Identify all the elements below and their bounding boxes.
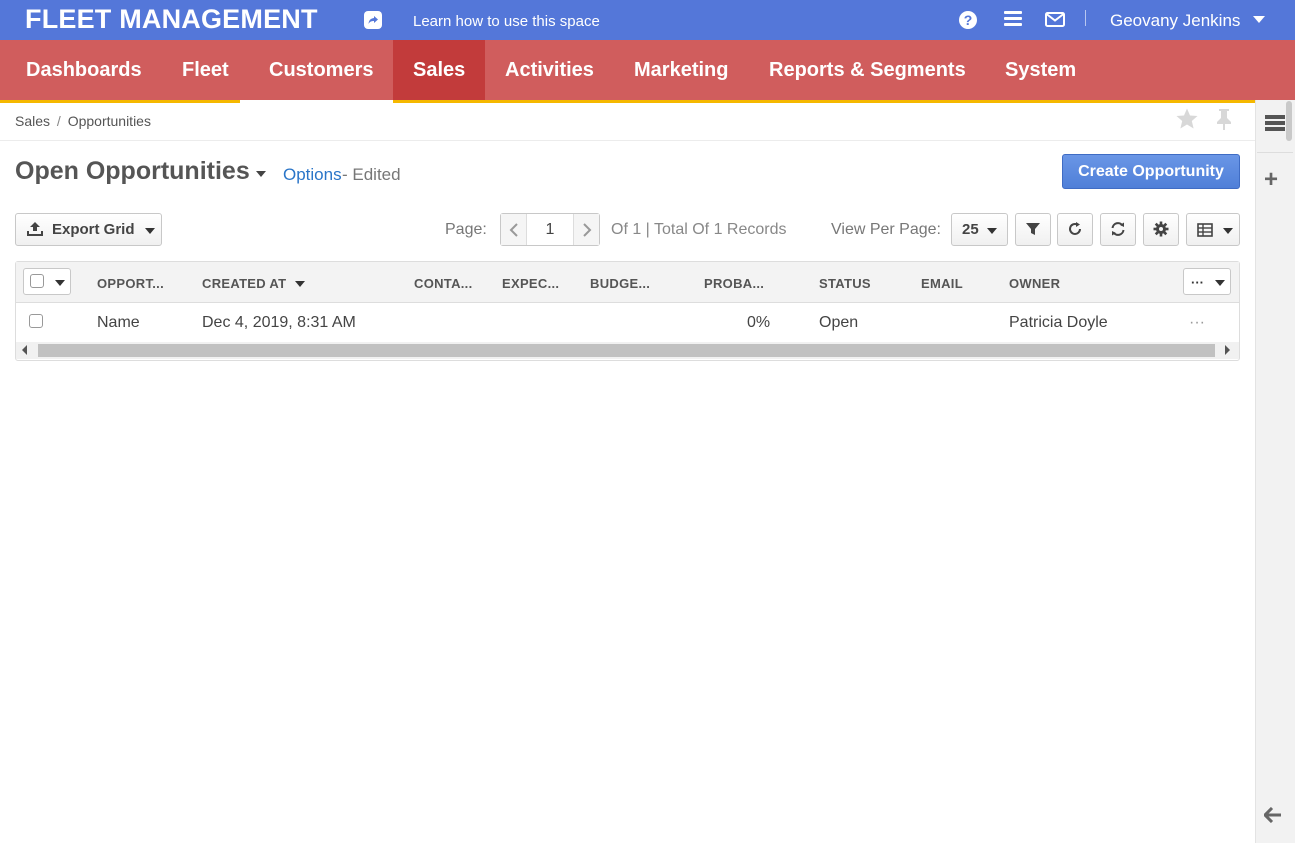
ellipsis-icon: ··· [1191, 275, 1204, 290]
nav-item-reports-segments[interactable]: Reports & Segments [749, 40, 986, 100]
nav-accent-line [0, 100, 1255, 103]
scrollbar-thumb[interactable] [38, 344, 1215, 357]
column-header-probability[interactable]: PROBA... [704, 276, 764, 291]
nav-item-fleet[interactable]: Fleet [162, 40, 249, 100]
cell-name[interactable]: Name [97, 314, 140, 332]
select-all-dropdown[interactable] [23, 268, 71, 295]
cell-owner: Patricia Doyle [1009, 314, 1108, 331]
row-checkbox[interactable] [29, 314, 43, 328]
select-all-checkbox[interactable] [30, 274, 44, 288]
column-actions-button[interactable]: ··· [1183, 268, 1231, 295]
menu-icon[interactable] [1004, 11, 1022, 27]
arrow-left-icon[interactable] [1262, 803, 1282, 829]
export-grid-button[interactable]: Export Grid [15, 213, 162, 246]
app-brand[interactable]: FLEET MANAGEMENT [25, 4, 318, 35]
plus-icon[interactable]: + [1264, 166, 1278, 194]
column-header-budget[interactable]: BUDGE... [590, 276, 650, 291]
reset-button[interactable] [1057, 213, 1093, 246]
prev-page-button[interactable] [501, 214, 527, 245]
page-number-input[interactable]: 1 [527, 214, 573, 245]
column-header-owner[interactable]: OWNER [1009, 276, 1060, 291]
mail-icon[interactable] [1045, 12, 1065, 32]
user-menu[interactable]: Geovany Jenkins [1110, 11, 1240, 31]
refresh-button[interactable] [1100, 213, 1136, 246]
breadcrumb-divider [0, 140, 1255, 141]
nav-item-activities[interactable]: Activities [485, 40, 614, 100]
top-bar: FLEET MANAGEMENT Learn how to use this s… [0, 0, 1295, 40]
records-count: Of 1 | Total Of 1 Records [611, 221, 787, 238]
column-header-contact[interactable]: CONTA... [414, 276, 473, 291]
grid-horizontal-scrollbar[interactable] [16, 342, 1239, 359]
pin-icon[interactable] [1214, 107, 1234, 136]
upload-icon [27, 221, 43, 242]
sort-desc-icon[interactable] [295, 281, 305, 287]
page-label: Page: [445, 221, 487, 238]
chevron-down-icon[interactable] [55, 280, 65, 286]
next-page-button[interactable] [573, 214, 599, 245]
grid-columns-icon [1197, 223, 1213, 242]
panel-icon[interactable] [1265, 115, 1285, 133]
top-divider [1085, 10, 1086, 26]
nav-item-dashboards[interactable]: Dashboards [6, 40, 162, 100]
breadcrumb-current: Opportunities [67, 113, 151, 129]
create-opportunity-button[interactable]: Create Opportunity [1062, 154, 1240, 189]
sidebar-divider [1257, 152, 1293, 153]
nav-item-system[interactable]: System [985, 40, 1096, 100]
main-nav: Dashboards Fleet Customers Sales Activit… [0, 40, 1295, 100]
per-page-select[interactable]: 25 [951, 213, 1008, 246]
table-row[interactable]: Name Dec 4, 2019, 8:31 AM 0% Open Patric… [16, 304, 1239, 342]
grid-header: OPPORT... CREATED AT CONTA... EXPEC... B… [16, 262, 1239, 303]
scroll-left-icon[interactable] [22, 345, 27, 355]
share-icon[interactable] [364, 11, 382, 29]
settings-button[interactable] [1143, 213, 1179, 246]
options-link[interactable]: Options [283, 165, 342, 185]
column-header-email[interactable]: EMAIL [921, 276, 963, 291]
right-sidebar [1255, 100, 1295, 843]
breadcrumb-sales[interactable]: Sales [15, 113, 50, 129]
chevron-down-icon [145, 228, 155, 234]
nav-item-marketing[interactable]: Marketing [614, 40, 748, 100]
sidebar-scrollbar[interactable] [1286, 101, 1292, 141]
column-header-created-at[interactable]: CREATED AT [202, 276, 286, 291]
chevron-down-icon[interactable] [256, 171, 266, 177]
cell-created-at: Dec 4, 2019, 8:31 AM [202, 314, 356, 331]
breadcrumb: Sales / Opportunities [15, 113, 151, 129]
edited-label: - Edited [342, 165, 401, 184]
breadcrumb-separator: / [56, 113, 61, 129]
per-page-value: 25 [962, 221, 979, 238]
grid-columns-button[interactable] [1186, 213, 1240, 246]
filter-button[interactable] [1015, 213, 1051, 246]
scroll-right-icon[interactable] [1225, 345, 1230, 355]
row-actions-button[interactable]: ··· [1189, 314, 1205, 332]
pager: 1 [500, 213, 600, 246]
column-header-opportunity[interactable]: OPPORT... [97, 276, 164, 291]
chevron-down-icon [987, 228, 997, 234]
help-icon[interactable]: ? [959, 11, 977, 29]
chevron-down-icon[interactable] [1253, 16, 1265, 23]
nav-item-customers[interactable]: Customers [249, 40, 393, 100]
column-header-expected[interactable]: EXPEC... [502, 276, 559, 291]
chevron-down-icon [1223, 228, 1233, 234]
cell-status: Open [819, 314, 859, 331]
cell-probability: 0% [747, 314, 771, 331]
chevron-down-icon [1215, 280, 1225, 286]
column-header-status[interactable]: STATUS [819, 276, 871, 291]
page-title[interactable]: Open Opportunities [15, 157, 250, 186]
opportunities-grid: OPPORT... CREATED AT CONTA... EXPEC... B… [15, 261, 1240, 361]
view-per-page-label: View Per Page: [831, 221, 941, 238]
learn-link[interactable]: Learn how to use this space [413, 13, 600, 30]
star-icon[interactable] [1175, 107, 1199, 136]
export-grid-label: Export Grid [52, 221, 135, 238]
nav-item-sales[interactable]: Sales [393, 40, 485, 100]
